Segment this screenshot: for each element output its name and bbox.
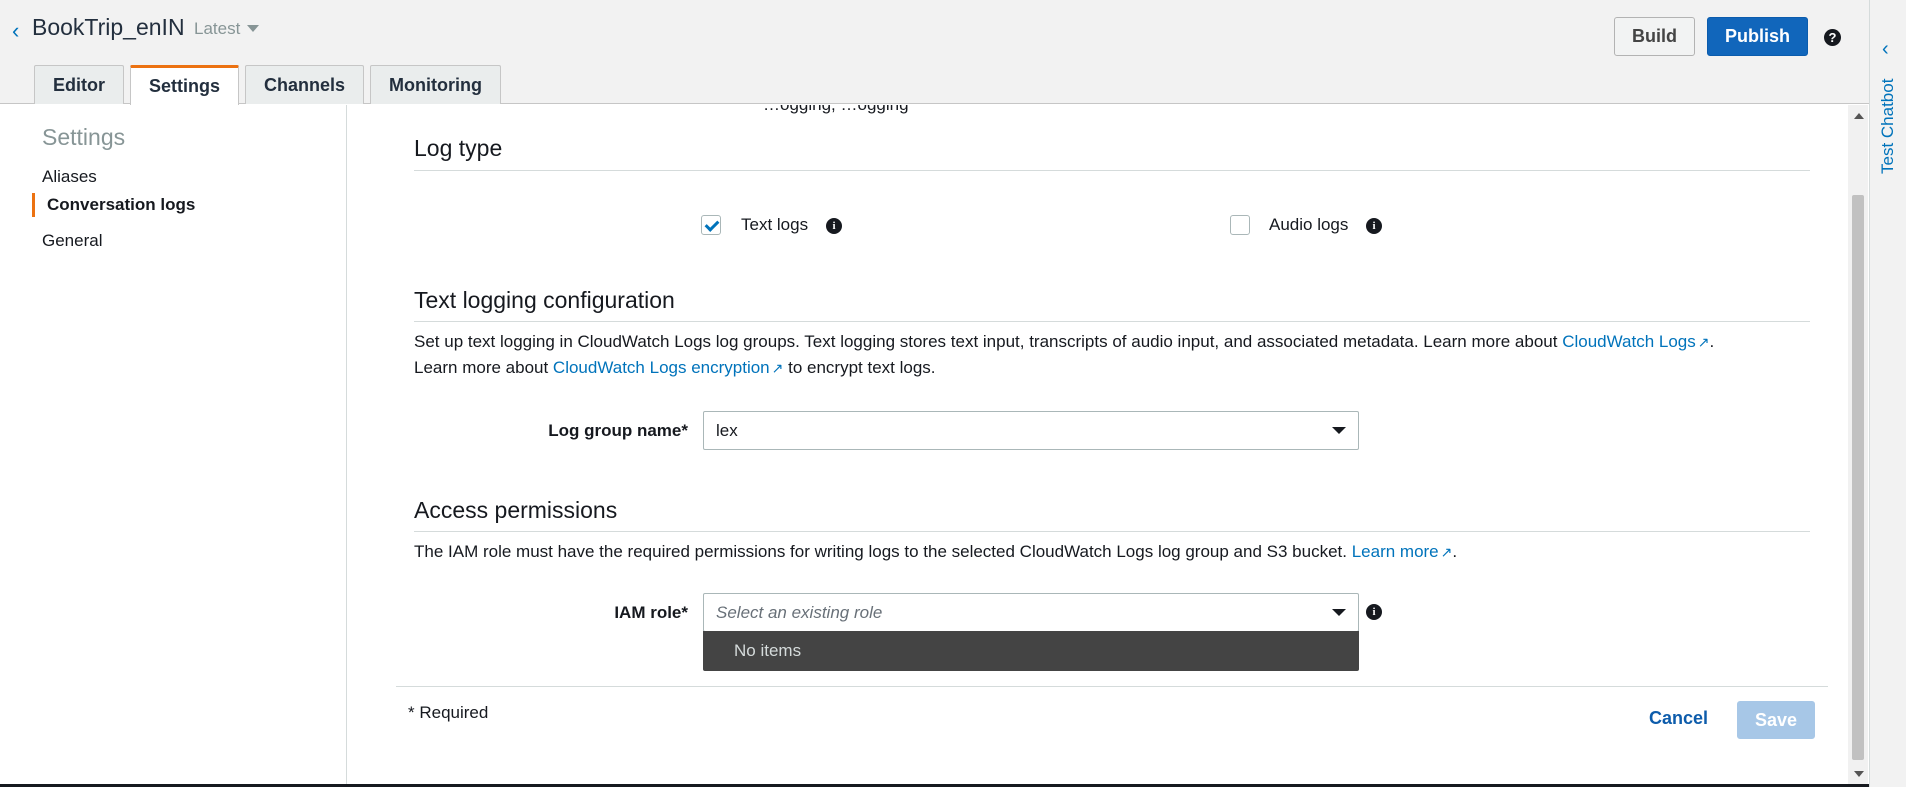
settings-sidebar: Settings Aliases Conversation logs Gener… — [0, 105, 347, 787]
sidebar-item-conversation-logs[interactable]: Conversation logs — [32, 193, 195, 217]
cloudwatch-logs-link[interactable]: CloudWatch Logs — [1562, 332, 1696, 351]
log-type-heading: Log type — [414, 135, 503, 161]
scroll-up-arrow-icon[interactable] — [1854, 113, 1864, 119]
lex-console: ‹ BookTrip_enIN Latest Build Publish ? E… — [0, 0, 1906, 787]
tab-editor[interactable]: Editor — [34, 65, 124, 104]
cloudwatch-encryption-link[interactable]: CloudWatch Logs encryption — [553, 358, 770, 377]
caret-down-icon — [1332, 609, 1346, 616]
sidebar-title: Settings — [42, 124, 126, 150]
sidebar-item-aliases[interactable]: Aliases — [42, 167, 97, 187]
sidebar-item-general[interactable]: General — [42, 231, 102, 251]
text-logging-desc-2-end: to encrypt text logs. — [783, 358, 936, 377]
publish-button[interactable]: Publish — [1707, 17, 1808, 56]
access-permissions-heading: Access permissions — [414, 497, 618, 523]
audio-logs-info-icon[interactable]: i — [1366, 218, 1382, 234]
text-logs-info-icon[interactable]: i — [826, 218, 842, 234]
version-selector[interactable]: Latest — [194, 19, 240, 39]
iam-role-label: IAM role* — [614, 603, 688, 622]
iam-role-info-icon[interactable]: i — [1366, 604, 1382, 620]
footer-divider — [396, 686, 1828, 687]
bot-header: ‹ BookTrip_enIN Latest Build Publish ? E… — [0, 0, 1869, 105]
save-button[interactable]: Save — [1737, 701, 1815, 739]
text-logs-label: Text logs — [741, 215, 809, 234]
test-chatbot-toggle[interactable]: Test Chatbot — [1878, 79, 1898, 174]
tab-bar: Editor Settings Channels Monitoring — [34, 65, 502, 105]
external-link-icon: ↗ — [1697, 334, 1710, 350]
tab-settings[interactable]: Settings — [130, 65, 240, 105]
access-desc-end: . — [1452, 542, 1458, 561]
tab-channels[interactable]: Channels — [245, 65, 365, 104]
caret-down-icon[interactable] — [247, 25, 259, 32]
bot-name-title: BookTrip_enIN — [32, 14, 185, 40]
text-logging-description: Set up text logging in CloudWatch Logs l… — [414, 329, 1834, 381]
external-link-icon: ↗ — [1440, 544, 1453, 560]
scroll-thumb[interactable] — [1852, 195, 1864, 760]
iam-role-dropdown-empty: No items — [703, 631, 1359, 671]
log-group-label: Log group name* — [548, 421, 688, 440]
back-chevron-icon[interactable]: ‹ — [12, 18, 19, 44]
required-note: * Required — [408, 703, 489, 722]
text-logging-desc-1: Set up text logging in CloudWatch Logs l… — [414, 332, 1563, 351]
text-logging-heading: Text logging configuration — [414, 287, 675, 313]
learn-more-link[interactable]: Learn more — [1352, 542, 1439, 561]
divider — [414, 321, 1810, 322]
audio-logs-checkbox[interactable] — [1230, 215, 1250, 235]
test-chatbot-rail[interactable]: ‹ Test Chatbot — [1869, 0, 1906, 787]
caret-down-icon — [1332, 427, 1346, 434]
iam-role-placeholder: Select an existing role — [716, 603, 883, 622]
text-logging-desc-1-end: . — [1709, 332, 1715, 351]
tab-monitoring[interactable]: Monitoring — [370, 65, 502, 104]
conversation-logs-panel: …ogging, …ogging Log type Text logs i Au… — [348, 105, 1848, 785]
chevron-left-icon[interactable]: ‹ — [1882, 38, 1889, 61]
text-logging-desc-2: Learn more about — [414, 358, 553, 377]
help-icon[interactable]: ? — [1824, 29, 1841, 46]
access-desc: The IAM role must have the required perm… — [414, 542, 1352, 561]
build-button[interactable]: Build — [1614, 17, 1695, 56]
audio-logs-label: Audio logs — [1269, 215, 1349, 234]
external-link-icon: ↗ — [771, 360, 784, 376]
log-group-value: lex — [716, 421, 738, 440]
text-logs-checkbox[interactable] — [701, 215, 721, 235]
scroll-down-arrow-icon[interactable] — [1854, 771, 1864, 777]
vertical-scrollbar[interactable] — [1848, 105, 1868, 785]
divider — [414, 170, 1810, 171]
access-permissions-description: The IAM role must have the required perm… — [414, 539, 1834, 565]
log-group-select[interactable]: lex — [703, 411, 1359, 450]
clipped-text: …ogging, …ogging — [763, 105, 909, 115]
iam-role-select[interactable]: Select an existing role — [703, 593, 1359, 632]
divider — [414, 531, 1810, 532]
cancel-button[interactable]: Cancel — [1649, 708, 1708, 729]
